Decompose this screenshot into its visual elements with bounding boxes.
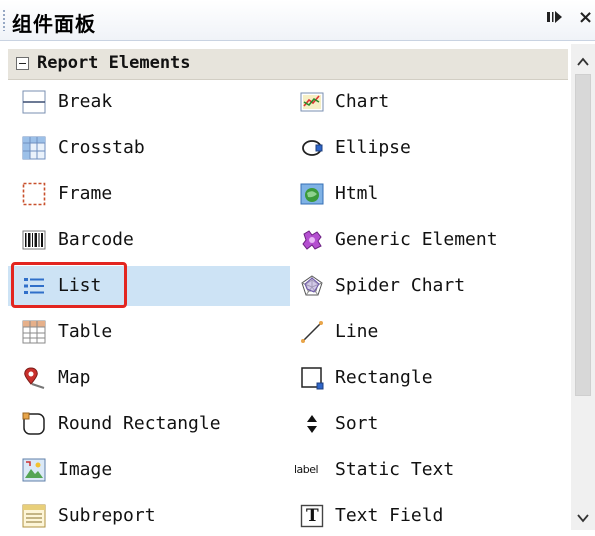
subreport-icon [22, 504, 46, 528]
palette-item-subreport[interactable]: Subreport [8, 496, 290, 536]
table-icon [22, 320, 46, 344]
vertical-scrollbar[interactable] [571, 44, 595, 530]
palette-item-line[interactable]: Line [290, 312, 570, 352]
item-label: Image [58, 459, 113, 480]
palette-item-generic-element[interactable]: Generic Element [290, 220, 570, 260]
item-label: Crosstab [58, 137, 145, 158]
palette-item-sort[interactable]: Sort [290, 404, 570, 444]
section-label: Report Elements [37, 53, 191, 73]
panel-title: 组件面板 [12, 12, 96, 36]
palette-item-crosstab[interactable]: Crosstab [8, 128, 290, 168]
palette-item-break[interactable]: Break [8, 82, 290, 122]
close-button[interactable]: × [578, 7, 593, 28]
item-label: Chart [335, 91, 390, 112]
collapse-icon[interactable] [16, 57, 29, 70]
palette-item-barcode[interactable]: Barcode [8, 220, 290, 260]
frame-icon [22, 182, 46, 206]
round-rectangle-icon [22, 412, 46, 436]
item-label: Frame [58, 183, 113, 204]
scroll-up-arrow-icon[interactable] [576, 54, 590, 68]
pin-icon[interactable] [546, 9, 564, 29]
highlight-annotation-box [11, 262, 127, 308]
palette-item-map[interactable]: Map [8, 358, 290, 398]
scrollbar-thumb[interactable] [575, 74, 591, 396]
palette-item-ellipse[interactable]: Ellipse [290, 128, 570, 168]
item-label: Map [58, 367, 91, 388]
sort-icon [300, 412, 324, 436]
line-icon [300, 320, 324, 344]
ellipse-icon [300, 136, 324, 160]
panel-title-bar: 组件面板 × [0, 0, 595, 41]
item-label: Spider Chart [335, 275, 466, 296]
static-text-icon-text: label [294, 463, 319, 476]
item-label: Html [335, 183, 379, 204]
item-label: Sort [335, 413, 379, 434]
image-icon [22, 458, 46, 482]
item-label: Table [58, 321, 113, 342]
break-icon [22, 90, 46, 114]
crosstab-icon [22, 136, 46, 160]
item-label: Round Rectangle [58, 413, 221, 434]
item-label: Ellipse [335, 137, 411, 158]
chart-icon [300, 90, 324, 114]
item-label: Generic Element [335, 229, 498, 250]
item-label: Line [335, 321, 379, 342]
map-icon [22, 366, 46, 390]
palette-item-chart[interactable]: Chart [290, 82, 570, 122]
palette-panel: 组件面板 × Report Elements Break Chart Cross… [0, 0, 595, 530]
item-label: Break [58, 91, 113, 112]
rectangle-icon [300, 366, 324, 390]
item-label: Static Text [335, 459, 455, 480]
html-icon [300, 182, 324, 206]
palette-item-table[interactable]: Table [8, 312, 290, 352]
section-header-report-elements[interactable]: Report Elements [8, 49, 568, 80]
palette-item-html[interactable]: Html [290, 174, 570, 214]
text-field-icon-text: T [306, 506, 319, 526]
item-label: Subreport [58, 505, 156, 526]
generic-element-icon [300, 228, 324, 252]
palette-item-round-rectangle[interactable]: Round Rectangle [8, 404, 290, 444]
static-text-icon: label [294, 458, 324, 482]
palette-item-image[interactable]: Image [8, 450, 290, 490]
text-field-icon: T [300, 504, 324, 528]
item-label: Rectangle [335, 367, 433, 388]
drag-grip-icon[interactable] [2, 9, 6, 31]
palette-item-static-text[interactable]: label Static Text [290, 450, 570, 490]
palette-item-text-field[interactable]: T Text Field [290, 496, 570, 536]
spider-chart-icon [300, 274, 324, 298]
palette-item-frame[interactable]: Frame [8, 174, 290, 214]
palette-item-rectangle[interactable]: Rectangle [290, 358, 570, 398]
item-label: Text Field [335, 505, 444, 526]
palette-item-spider-chart[interactable]: Spider Chart [290, 266, 570, 306]
item-label: Barcode [58, 229, 134, 250]
barcode-icon [22, 228, 46, 252]
scroll-down-arrow-icon[interactable] [576, 510, 590, 524]
